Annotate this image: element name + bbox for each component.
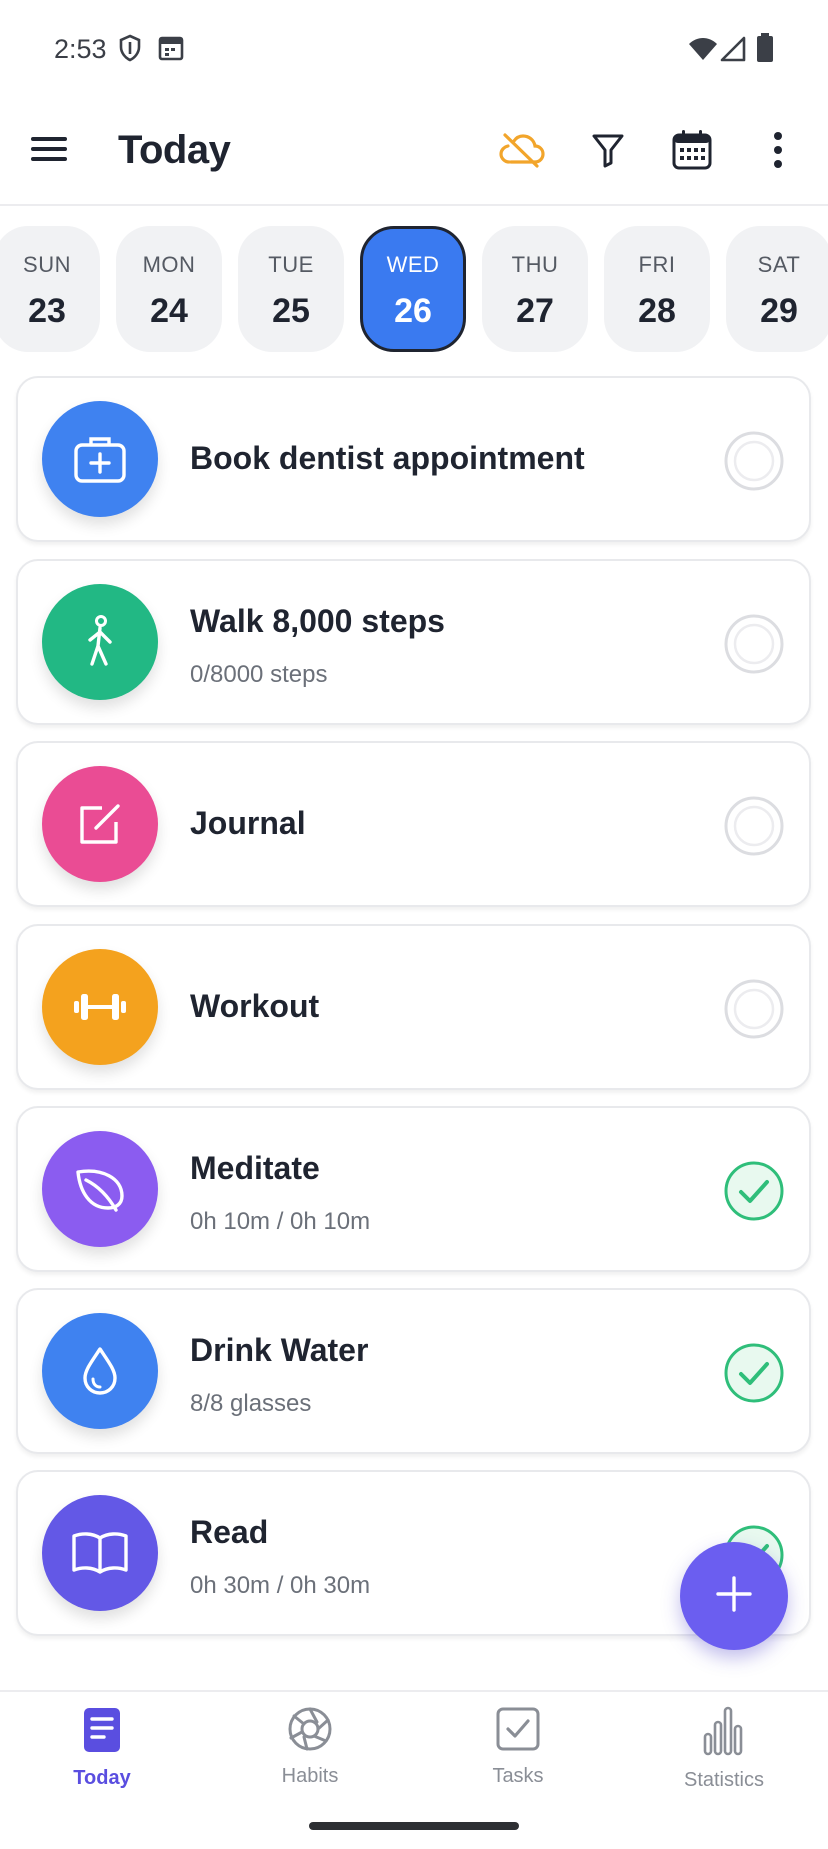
day-chip-sun[interactable]: SUN 23 xyxy=(0,226,100,352)
day-number: 23 xyxy=(28,292,66,330)
habit-card[interactable]: Drink Water 8/8 glasses xyxy=(16,1288,811,1454)
day-number: 24 xyxy=(150,292,188,330)
habit-title: Book dentist appointment xyxy=(190,440,585,476)
day-name: FRI xyxy=(638,252,676,277)
page-title: Today xyxy=(118,128,231,172)
calendar-button[interactable] xyxy=(662,122,722,182)
dumbbell-icon xyxy=(42,949,158,1065)
nav-tab-today[interactable]: Today xyxy=(22,1706,182,1806)
filter-button[interactable] xyxy=(578,122,638,182)
leaf-icon xyxy=(42,1131,158,1247)
day-number: 25 xyxy=(272,292,310,330)
calendar-icon xyxy=(671,129,713,176)
habit-progress: 0/8000 steps xyxy=(190,661,328,688)
tasks-check-icon xyxy=(495,1706,541,1757)
day-name: SAT xyxy=(757,252,801,277)
completion-toggle[interactable] xyxy=(723,1160,785,1222)
habit-card[interactable]: Journal xyxy=(16,741,811,907)
day-chip-mon[interactable]: MON 24 xyxy=(116,226,222,352)
plus-icon xyxy=(714,1574,754,1619)
completion-toggle[interactable] xyxy=(723,795,785,857)
day-name: SUN xyxy=(23,252,71,277)
habit-title: Workout xyxy=(190,988,320,1024)
habit-progress: 0h 30m / 0h 30m xyxy=(190,1572,371,1599)
habit-title: Meditate xyxy=(190,1150,320,1186)
habit-title: Walk 8,000 steps xyxy=(190,603,445,639)
calendar-notification-icon xyxy=(158,34,184,67)
day-name: WED xyxy=(386,252,440,277)
completion-toggle[interactable] xyxy=(723,1342,785,1404)
hamburger-menu-icon xyxy=(30,135,68,168)
habit-card[interactable]: Book dentist appointment xyxy=(16,376,811,542)
habit-title: Journal xyxy=(190,805,306,841)
day-number: 26 xyxy=(394,292,432,330)
today-list-icon xyxy=(82,1706,122,1759)
edit-note-icon xyxy=(42,766,158,882)
shield-icon xyxy=(118,34,142,67)
nav-label: Tasks xyxy=(492,1765,544,1787)
open-book-icon xyxy=(42,1495,158,1611)
habit-progress: 0h 10m / 0h 10m xyxy=(190,1208,371,1235)
day-chip-wed[interactable]: WED 26 xyxy=(360,226,466,352)
menu-button[interactable] xyxy=(24,126,74,176)
completion-toggle[interactable] xyxy=(723,430,785,492)
day-chip-tue[interactable]: TUE 25 xyxy=(238,226,344,352)
habit-progress: 8/8 glasses xyxy=(190,1390,312,1417)
home-indicator[interactable] xyxy=(309,1822,519,1830)
walking-person-icon xyxy=(42,584,158,700)
nav-tab-tasks[interactable]: Tasks xyxy=(438,1706,598,1806)
nav-label: Today xyxy=(73,1767,131,1789)
status-time: 2:53 xyxy=(54,34,107,64)
habits-aperture-icon xyxy=(287,1706,333,1757)
habit-title: Drink Water xyxy=(190,1332,369,1368)
day-number: 29 xyxy=(760,292,798,330)
day-name: THU xyxy=(511,252,559,277)
day-name: MON xyxy=(142,252,196,277)
day-chip-thu[interactable]: THU 27 xyxy=(482,226,588,352)
nav-label: Statistics xyxy=(683,1769,765,1791)
app-bar: Today xyxy=(0,100,828,206)
habit-title: Read xyxy=(190,1514,269,1550)
cloud-off-icon xyxy=(499,132,545,173)
statistics-bars-icon xyxy=(701,1706,747,1761)
day-chip-fri[interactable]: FRI 28 xyxy=(604,226,710,352)
nav-label: Habits xyxy=(281,1765,339,1787)
status-bar: 2:53 xyxy=(0,0,828,100)
nav-tab-statistics[interactable]: Statistics xyxy=(644,1706,804,1806)
battery-icon xyxy=(756,33,774,68)
habit-card[interactable]: Walk 8,000 steps 0/8000 steps xyxy=(16,559,811,725)
medical-kit-icon xyxy=(42,401,158,517)
day-number: 28 xyxy=(638,292,676,330)
more-options-button[interactable] xyxy=(748,122,808,182)
day-number: 27 xyxy=(516,292,554,330)
day-name: TUE xyxy=(268,252,314,277)
nav-tab-habits[interactable]: Habits xyxy=(230,1706,390,1806)
habit-card[interactable]: Workout xyxy=(16,924,811,1090)
sync-status-button[interactable] xyxy=(492,122,552,182)
day-selector: SUN 23 MON 24 TUE 25 WED 26 THU 27 FRI 2… xyxy=(0,226,828,354)
more-vertical-icon xyxy=(773,131,783,174)
water-drop-icon xyxy=(42,1313,158,1429)
cellular-signal-icon xyxy=(720,36,746,67)
filter-icon xyxy=(591,132,625,173)
completion-toggle[interactable] xyxy=(723,978,785,1040)
add-habit-button[interactable] xyxy=(680,1542,788,1650)
habit-card[interactable]: Meditate 0h 10m / 0h 10m xyxy=(16,1106,811,1272)
wifi-icon xyxy=(688,36,718,67)
day-chip-sat[interactable]: SAT 29 xyxy=(726,226,828,352)
completion-toggle[interactable] xyxy=(723,613,785,675)
